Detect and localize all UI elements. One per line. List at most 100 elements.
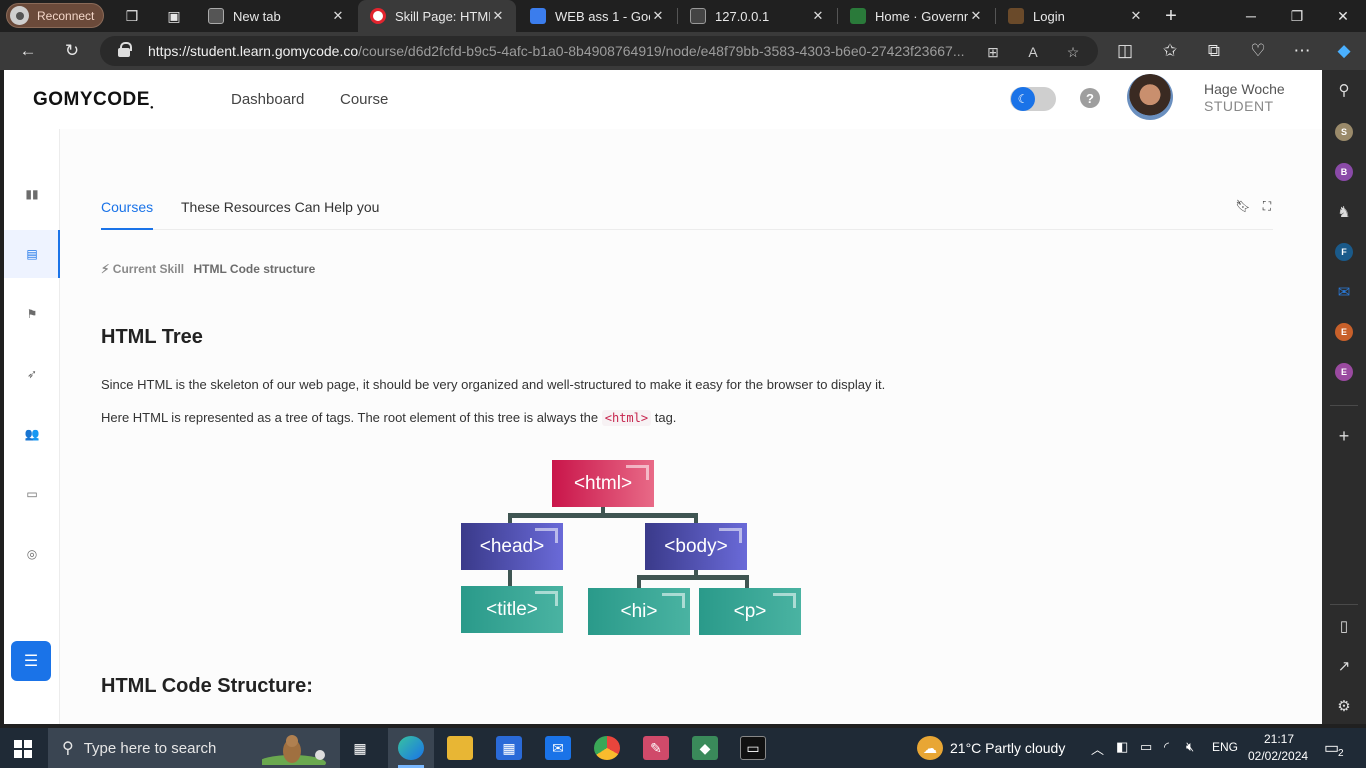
search-icon[interactable]: ⚲ <box>1334 80 1354 100</box>
terminal-icon[interactable]: ▭ <box>740 736 766 760</box>
sidebar-app-e1[interactable]: E <box>1335 323 1353 341</box>
close-tab-icon[interactable]: ✕ <box>650 8 666 24</box>
tab-localhost[interactable]: 127.0.0.1 ✕ <box>678 0 836 32</box>
login-favicon <box>1008 8 1024 24</box>
battery-icon[interactable]: ▭ <box>1140 739 1152 755</box>
laptop-icon[interactable]: ▭ <box>22 484 42 504</box>
edge-browser-icon[interactable] <box>398 736 424 760</box>
bookmark-icon[interactable]: 🔖︎ <box>1235 199 1250 213</box>
close-tab-icon[interactable]: ✕ <box>330 8 346 24</box>
fullscreen-icon[interactable]: ⛶ <box>1260 199 1274 213</box>
browser-essentials-icon[interactable]: ♡ <box>1246 40 1270 62</box>
people-icon[interactable]: 👥 <box>22 424 42 444</box>
browser-toolbar: ← ↻ https://student.learn.gomycode.co/co… <box>0 32 1366 70</box>
add-app-plus-icon[interactable]: + <box>1334 426 1354 446</box>
split-screen-icon[interactable]: ◫ <box>1113 40 1137 62</box>
breadcrumb-prefix: Current Skill <box>112 262 185 276</box>
notification-count: 2 <box>1338 748 1344 759</box>
tab-actions-icon[interactable]: ▣ <box>164 6 184 26</box>
site-header: GOMYCODE● Dashboard Course ☾ ? Hage Woch… <box>4 70 1322 129</box>
microsoft-store-icon[interactable]: ▦ <box>496 736 522 760</box>
language-indicator[interactable]: ENG <box>1212 740 1238 754</box>
tab-home-government[interactable]: Home · Governme ✕ <box>838 0 994 32</box>
address-bar[interactable]: https://student.learn.gomycode.co/course… <box>100 36 1098 66</box>
sidebar-app-f[interactable]: F <box>1335 243 1353 261</box>
outlook-icon[interactable]: ✉ <box>1334 282 1354 302</box>
tab-new-tab[interactable]: New tab ✕ <box>196 0 356 32</box>
weather-text[interactable]: 21°C Partly cloudy <box>950 740 1065 756</box>
wifi-icon[interactable]: ◜ <box>1164 739 1169 755</box>
nav-dashboard[interactable]: Dashboard <box>231 91 304 108</box>
task-view-icon[interactable]: ▦ <box>347 736 373 760</box>
close-tab-icon[interactable]: ✕ <box>1128 8 1144 24</box>
nav-course[interactable]: Course <box>340 91 388 108</box>
clock-time[interactable]: 21:17 <box>1264 732 1294 746</box>
collections-icon[interactable]: ⧉ <box>1202 40 1226 62</box>
page-viewport: GOMYCODE● Dashboard Course ☾ ? Hage Woch… <box>4 70 1322 724</box>
settings-gear-icon[interactable]: ⚙ <box>1334 696 1354 716</box>
volume-muted-icon[interactable]: 🔇︎ <box>1186 739 1194 755</box>
favorites-icon[interactable]: ✩ <box>1158 40 1182 62</box>
tab-resources[interactable]: These Resources Can Help you <box>181 199 379 230</box>
tab-title: 127.0.0.1 <box>715 8 770 24</box>
chrome-icon[interactable] <box>594 736 620 760</box>
file-explorer-icon[interactable] <box>447 736 473 760</box>
minimize-button[interactable]: ─ <box>1228 0 1274 32</box>
windows-start-icon[interactable] <box>14 740 32 758</box>
help-icon[interactable]: ? <box>1080 88 1100 108</box>
tab-courses[interactable]: Courses <box>101 199 154 230</box>
meet-now-icon[interactable]: ◧ <box>1116 739 1128 755</box>
inline-code: <html> <box>601 410 652 426</box>
copilot-icon[interactable]: ◆ <box>1332 40 1356 62</box>
restore-button[interactable]: ❐ <box>1274 0 1320 32</box>
list-menu-icon[interactable]: ☰ <box>11 641 51 681</box>
gomycode-logo[interactable]: GOMYCODE● <box>33 89 154 111</box>
back-arrow-icon[interactable]: ← <box>16 40 40 62</box>
show-hidden-icons[interactable]: ︿ <box>1091 739 1104 758</box>
new-tab-plus-icon[interactable]: + <box>1161 5 1181 27</box>
tab-google-docs[interactable]: WEB ass 1 - Goog ✕ <box>518 0 676 32</box>
close-window-button[interactable]: ✕ <box>1320 0 1366 32</box>
close-tab-icon[interactable]: ✕ <box>810 8 826 24</box>
edge-sidebar: ⚲ S B ♞ F ✉ E E + ▯ ↗ ⚙ <box>1322 70 1366 724</box>
mail-icon[interactable]: ✉ <box>545 736 571 760</box>
connector <box>745 575 749 589</box>
read-aloud-icon[interactable]: A <box>1024 43 1042 61</box>
search-placeholder: Type here to search <box>83 739 217 757</box>
favorite-star-icon[interactable]: ☆ <box>1064 43 1082 61</box>
sidebar-app-s[interactable]: S <box>1335 123 1353 141</box>
notifications-icon[interactable]: ▭ <box>1324 738 1339 758</box>
profile-button[interactable]: Reconnect <box>6 3 104 28</box>
stats-icon[interactable]: ▮▮ <box>22 184 42 204</box>
app-available-icon[interactable]: ⊞ <box>984 43 1002 61</box>
external-link-icon[interactable]: ↗ <box>1334 656 1354 676</box>
close-tab-icon[interactable]: ✕ <box>490 8 506 24</box>
sidebar-app-b[interactable]: B <box>1335 163 1353 181</box>
games-icon[interactable]: ♞ <box>1334 202 1354 222</box>
dark-mode-toggle[interactable]: ☾ <box>1010 87 1056 111</box>
refresh-icon[interactable]: ↻ <box>60 40 84 62</box>
rocket-icon[interactable]: ➶ <box>22 364 42 384</box>
connector <box>508 513 698 518</box>
tree-node-p: <p> <box>699 588 801 635</box>
tab-skill-page[interactable]: Skill Page: HTML C ✕ <box>358 0 516 32</box>
sidebar-app-e2[interactable]: E <box>1335 363 1353 381</box>
hide-sidebar-icon[interactable]: ▯ <box>1334 616 1354 636</box>
planet-icon[interactable]: ◎ <box>22 544 42 564</box>
app-diamond-icon[interactable]: ◆ <box>692 736 718 760</box>
paragraph-1: Since HTML is the skeleton of our web pa… <box>101 377 886 392</box>
paint-app-icon[interactable]: ✎ <box>643 736 669 760</box>
clock-date[interactable]: 02/02/2024 <box>1248 749 1308 763</box>
document-icon[interactable]: ▤ <box>22 244 42 264</box>
profile-avatar-icon <box>10 6 29 25</box>
content-tabs: Courses These Resources Can Help you 🔖︎ … <box>101 189 1273 230</box>
weather-icon[interactable]: ☁ <box>917 736 943 760</box>
close-tab-icon[interactable]: ✕ <box>968 8 984 24</box>
avatar[interactable] <box>1127 74 1173 120</box>
tab-login[interactable]: Login ✕ <box>996 0 1154 32</box>
more-options-icon[interactable]: ⋯ <box>1290 40 1314 62</box>
workspaces-icon[interactable]: ❒ <box>122 6 142 26</box>
flag-icon[interactable]: ⚑ <box>22 304 42 324</box>
sidebar-divider <box>1330 405 1358 406</box>
taskbar-search[interactable]: ⚲ Type here to search <box>48 728 340 768</box>
